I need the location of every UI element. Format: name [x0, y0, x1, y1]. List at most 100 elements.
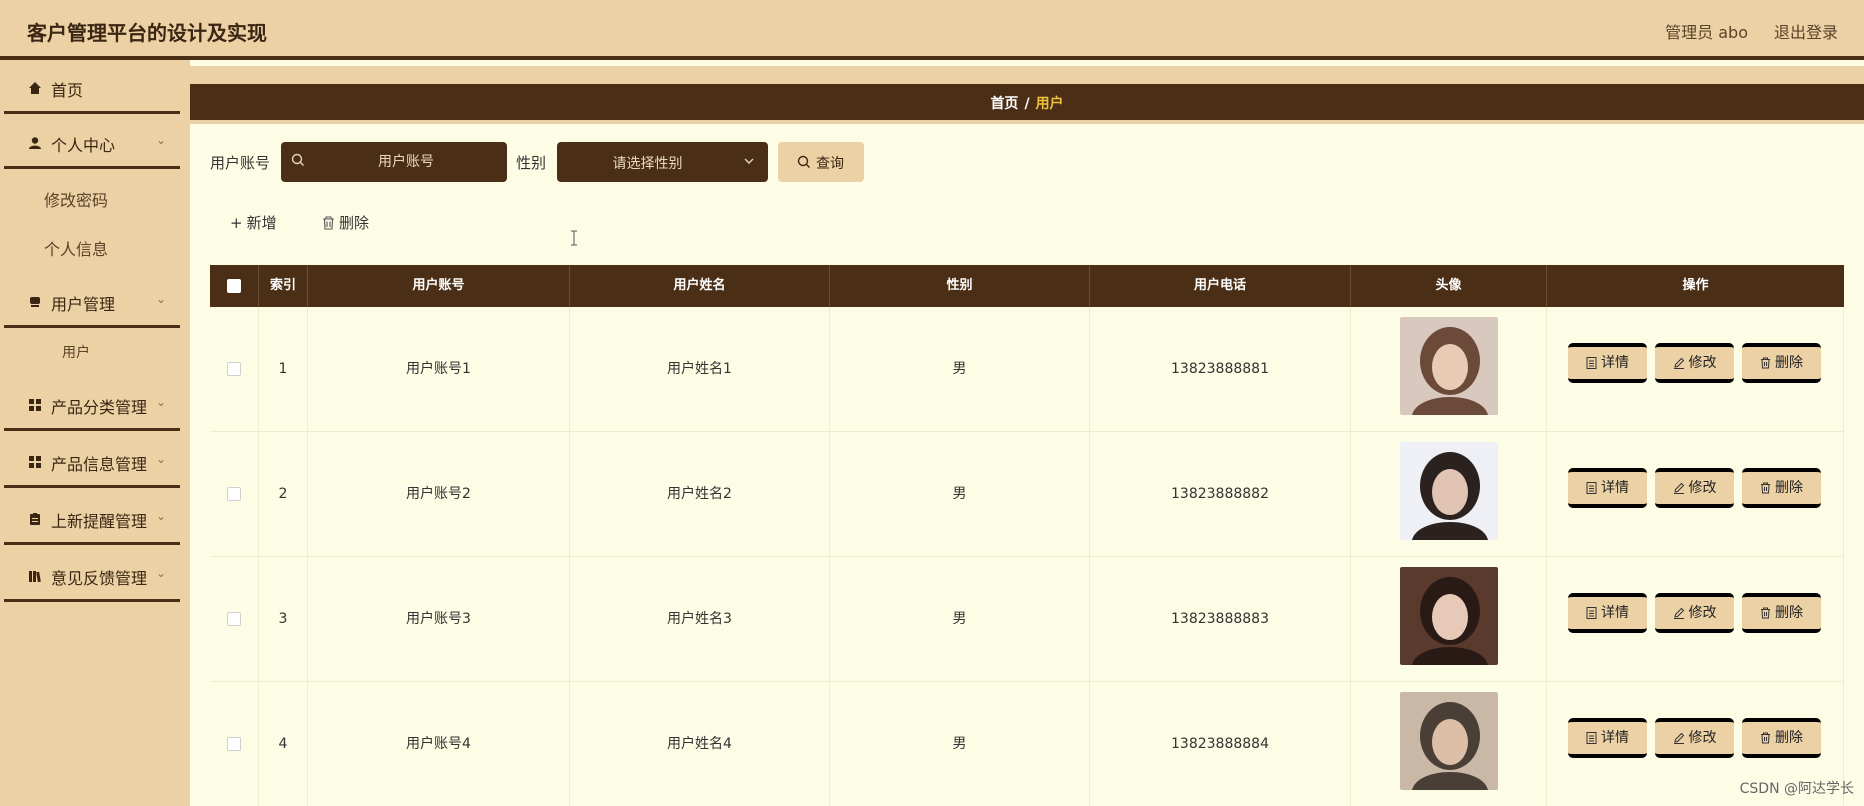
sidebar-item-product-info[interactable]: 产品信息管理 ⌄ [4, 436, 180, 488]
detail-button[interactable]: 详情 [1568, 593, 1647, 633]
sidebar-subitem-change-password[interactable]: 修改密码 [44, 187, 108, 211]
cell-gender: 男 [830, 682, 1090, 806]
chevron-down-icon: ⌄ [155, 395, 166, 409]
delete-button[interactable]: 删除 [1742, 593, 1821, 633]
cell-phone: 13823888884 [1090, 682, 1351, 806]
table-header: 索引 用户账号 用户姓名 性别 用户电话 头像 操作 [210, 265, 1844, 307]
document-icon [1586, 607, 1597, 619]
button-label: 删除 [1775, 480, 1803, 496]
top-bar: 客户管理平台的设计及实现 管理员 abo 退出登录 [0, 0, 1864, 60]
row-select-cell[interactable] [210, 557, 259, 682]
column-header: 索引 [259, 265, 308, 307]
sidebar-item-label: 意见反馈管理 [51, 569, 148, 588]
select-all-checkbox[interactable] [227, 278, 241, 293]
gender-select[interactable]: 请选择性别 [557, 142, 768, 182]
sidebar-subitem-personal-info[interactable]: 个人信息 [44, 236, 108, 260]
add-button[interactable]: + 新增 [230, 212, 277, 233]
detail-button[interactable]: 详情 [1568, 718, 1647, 758]
row-checkbox[interactable] [227, 487, 241, 501]
logout-link[interactable]: 退出登录 [1774, 19, 1838, 43]
sidebar: 首页 个人中心 ⌄ 修改密码 个人信息 用户管理 ⌄ 用户 产品分类管理 ⌄ 产… [0, 60, 190, 806]
person-icon [29, 137, 41, 149]
column-header: 性别 [830, 265, 1090, 307]
column-header: 操作 [1682, 278, 1709, 293]
cell-gender: 男 [830, 432, 1090, 557]
table-row: 1 用户账号1 用户姓名1 男 13823888881 详情 修改 删除 [210, 307, 1844, 432]
cell-avatar [1351, 307, 1547, 432]
header-select-all[interactable] [210, 265, 259, 307]
users-icon [30, 297, 40, 307]
sidebar-item-new-arrival-reminder[interactable]: 上新提醒管理 ⌄ [4, 493, 180, 545]
breadcrumb-home[interactable]: 首页 [990, 96, 1018, 112]
account-filter-label: 用户账号 [210, 154, 271, 172]
cell-name: 用户姓名4 [570, 682, 830, 806]
cell-name: 用户姓名3 [570, 557, 830, 682]
detail-button[interactable]: 详情 [1568, 343, 1647, 383]
row-select-cell[interactable] [210, 307, 259, 432]
trash-icon [1761, 732, 1770, 744]
cell-account: 用户账号1 [308, 307, 570, 432]
trash-icon [1761, 607, 1770, 619]
column-header: 头像 [1351, 265, 1547, 307]
cell-actions: 详情 修改 删除 [1547, 557, 1844, 682]
table-row: 3 用户账号3 用户姓名3 男 13823888883 详情 修改 删除 [210, 557, 1844, 682]
text-cursor-icon [571, 230, 577, 246]
sidebar-subitem-user[interactable]: 用户 [62, 342, 90, 362]
detail-button[interactable]: 详情 [1568, 468, 1647, 508]
row-select-cell[interactable] [210, 432, 259, 557]
add-button-label: 新增 [246, 214, 277, 232]
cell-index: 4 [259, 682, 308, 806]
edit-button[interactable]: 修改 [1655, 593, 1734, 633]
cell-name: 用户姓名1 [570, 307, 830, 432]
sidebar-item-product-category[interactable]: 产品分类管理 ⌄ [4, 379, 180, 431]
edit-icon [1673, 732, 1684, 744]
bulk-delete-button[interactable]: 删除 [322, 212, 369, 233]
edit-button[interactable]: 修改 [1655, 343, 1734, 383]
clipboard-icon [30, 513, 40, 525]
avatar [1400, 442, 1498, 540]
delete-button[interactable]: 删除 [1742, 468, 1821, 508]
edit-icon [1673, 482, 1684, 494]
query-button[interactable]: 查询 [778, 142, 864, 182]
grid-icon [29, 399, 41, 411]
plus-icon: + [230, 214, 243, 232]
column-header: 用户电话 [1090, 265, 1351, 307]
trash-icon [1761, 357, 1770, 369]
button-label: 删除 [1775, 355, 1803, 371]
row-checkbox[interactable] [227, 362, 241, 376]
button-label: 修改 [1688, 605, 1717, 621]
sidebar-item-label: 产品信息管理 [51, 455, 148, 474]
account-search-input[interactable] [311, 142, 501, 182]
row-select-cell[interactable] [210, 682, 259, 806]
cell-phone: 13823888883 [1090, 557, 1351, 682]
button-label: 详情 [1601, 355, 1629, 371]
edit-button[interactable]: 修改 [1655, 718, 1734, 758]
sidebar-item-personal-center[interactable]: 个人中心 ⌄ [4, 117, 180, 169]
trash-icon [323, 216, 334, 230]
chevron-down-icon: ⌄ [155, 509, 166, 523]
edit-button[interactable]: 修改 [1655, 468, 1734, 508]
breadcrumb-bar: 首页 / 用户 [190, 84, 1864, 120]
sidebar-item-user-management[interactable]: 用户管理 ⌄ [4, 276, 180, 328]
button-label: 删除 [1775, 730, 1803, 746]
cell-name: 用户姓名2 [570, 432, 830, 557]
grid-icon [29, 456, 41, 468]
account-search-input-container[interactable] [281, 142, 507, 182]
sidebar-item-label: 个人中心 [51, 136, 116, 155]
sidebar-item-home[interactable]: 首页 [4, 62, 180, 114]
cell-index: 2 [259, 432, 308, 557]
row-checkbox[interactable] [227, 612, 241, 626]
edit-icon [1673, 607, 1684, 619]
document-icon [1586, 732, 1597, 744]
cell-avatar [1351, 682, 1547, 806]
row-checkbox[interactable] [227, 737, 241, 751]
delete-button[interactable]: 删除 [1742, 343, 1821, 383]
column-header: 用户账号 [308, 265, 570, 307]
main-content: 首页 / 用户 用户账号 性别 请选择性别 查询 +新增 删除 索引 用户账号 用户… [190, 60, 1864, 806]
bulk-delete-button-label: 删除 [339, 214, 370, 232]
breadcrumb-separator: / [1024, 96, 1030, 112]
sidebar-item-feedback[interactable]: 意见反馈管理 ⌄ [4, 550, 180, 602]
delete-button[interactable]: 删除 [1742, 718, 1821, 758]
query-button-label: 查询 [816, 156, 844, 172]
cell-account: 用户账号2 [308, 432, 570, 557]
